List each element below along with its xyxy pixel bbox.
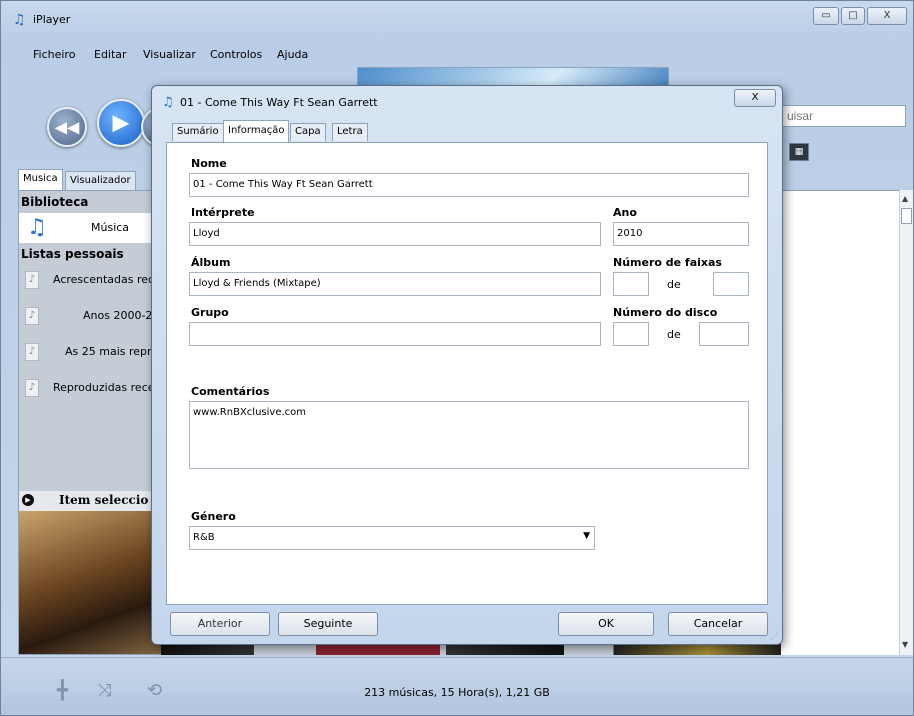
title-bar: ♫ iPlayer ▭ □ X [1, 1, 913, 37]
tab-musica[interactable]: Musica [18, 169, 63, 190]
app-note-icon: ♫ [13, 12, 26, 28]
chevron-down-icon: ▼ [583, 531, 590, 541]
playlist-icon: ♪ [25, 343, 39, 361]
menu-ajuda[interactable]: Ajuda [277, 48, 308, 61]
status-text: 213 músicas, 15 Hora(s), 1,21 GB [364, 686, 550, 699]
name-field[interactable]: 01 - Come This Way Ft Sean Garrett [189, 173, 749, 197]
tab-letra[interactable]: Letra [332, 123, 368, 141]
menu-ficheiro[interactable]: Ficheiro [33, 48, 75, 61]
album-field[interactable]: Lloyd & Friends (Mixtape) [189, 272, 601, 296]
playlist-icon: ♪ [25, 271, 39, 289]
of-label: de [667, 278, 681, 291]
search-input[interactable] [782, 105, 906, 127]
artist-label: Intérprete [191, 206, 255, 219]
selected-item-header[interactable]: ▶ Item seleccio [19, 491, 167, 511]
tab-visualizador[interactable]: Visualizador [65, 171, 136, 190]
track-list[interactable] [781, 190, 901, 655]
playlist-label: Anos 2000-20 [83, 309, 160, 322]
grid-icon: ▦ [794, 147, 804, 157]
playlist-item[interactable]: ♪ Reproduzidas recen [19, 373, 167, 403]
sidebar: Biblioteca ♫ Música Listas pessoais ♪ Ac… [18, 190, 168, 655]
of-label: de [667, 328, 681, 341]
year-label: Ano [613, 206, 637, 219]
playlist-icon: ♪ [25, 307, 39, 325]
playlists-header: Listas pessoais [21, 247, 124, 261]
app-title: iPlayer [33, 13, 71, 26]
sidebar-item-music[interactable]: ♫ Música [19, 213, 167, 243]
scroll-down-icon[interactable]: ▼ [902, 640, 908, 649]
menu-bar: Ficheiro Editar Visualizar Controlos Aju… [1, 45, 913, 65]
previous-button[interactable]: Anterior [170, 612, 270, 636]
resize-grip-icon[interactable]: ⋰ [770, 632, 778, 641]
playlist-item[interactable]: ♪ As 25 mais reprod [19, 337, 167, 367]
dialog-title: 01 - Come This Way Ft Sean Garrett [180, 96, 378, 109]
track-list-scrollbar[interactable]: ▲ ▼ [899, 190, 913, 655]
ok-button[interactable]: OK [558, 612, 654, 636]
track-number-label: Número de faixas [613, 256, 722, 269]
dialog-close-button[interactable]: X [734, 89, 776, 107]
track-total-field[interactable] [713, 272, 749, 296]
playlist-label: As 25 mais reprod [65, 345, 166, 358]
maximize-button[interactable]: □ [841, 7, 865, 25]
group-field[interactable] [189, 322, 601, 346]
rewind-icon: ◀◀ [54, 117, 80, 137]
close-icon: X [751, 92, 759, 103]
library-header: Biblioteca [21, 195, 89, 209]
playlist-label: Reproduzidas recen [53, 381, 162, 394]
genre-label: Género [191, 510, 236, 523]
group-label: Grupo [191, 306, 229, 319]
tab-capa[interactable]: Capa [290, 123, 326, 141]
playlist-item[interactable]: ♪ Acrescentadas recen [19, 265, 167, 295]
cancel-button[interactable]: Cancelar [668, 612, 768, 636]
menu-editar[interactable]: Editar [94, 48, 127, 61]
selected-item-label: Item seleccio [59, 493, 149, 507]
comments-field[interactable]: www.RnBXclusive.com [189, 401, 749, 469]
tab-sumario[interactable]: Sumário [172, 123, 224, 141]
playlist-icon: ♪ [25, 379, 39, 397]
info-panel: Nome 01 - Come This Way Ft Sean Garrett … [166, 142, 768, 605]
status-bar: ╋ ⤨ ⟲ 213 músicas, 15 Hora(s), 1,21 GB [1, 657, 913, 715]
music-note-icon: ♫ [27, 215, 47, 240]
play-icon: ▶ [112, 110, 130, 136]
album-art [19, 511, 167, 654]
sidebar-item-label: Música [91, 221, 130, 234]
artist-field[interactable]: Lloyd [189, 222, 601, 246]
next-button[interactable]: Seguinte [278, 612, 378, 636]
tab-informacao[interactable]: Informação [223, 120, 290, 142]
track-number-field[interactable] [613, 272, 649, 296]
playlist-item[interactable]: ♪ Anos 2000-20 [19, 301, 167, 331]
minimize-button[interactable]: ▭ [813, 7, 839, 25]
disc-number-field[interactable] [613, 322, 649, 346]
year-field[interactable]: 2010 [613, 222, 749, 246]
disc-number-label: Número do disco [613, 306, 718, 319]
close-button[interactable]: X [867, 7, 907, 25]
genre-value: R&B [193, 532, 215, 543]
menu-controlos[interactable]: Controlos [210, 48, 262, 61]
scroll-up-icon[interactable]: ▲ [902, 194, 908, 203]
play-button[interactable]: ▶ [97, 99, 145, 147]
album-label: Álbum [191, 256, 231, 269]
name-label: Nome [191, 157, 227, 170]
collapse-icon: ▶ [22, 494, 34, 506]
menu-visualizar[interactable]: Visualizar [143, 48, 196, 61]
comments-label: Comentários [191, 385, 270, 398]
disc-total-field[interactable] [699, 322, 749, 346]
grid-view-button[interactable]: ▦ [789, 143, 809, 161]
scroll-thumb[interactable] [901, 208, 912, 224]
app-note-icon: ♫ [162, 95, 174, 110]
genre-select[interactable]: R&B ▼ [189, 526, 595, 550]
previous-track-button[interactable]: ◀◀ [47, 107, 87, 147]
track-info-dialog: ♫ 01 - Come This Way Ft Sean Garrett X S… [151, 85, 783, 645]
